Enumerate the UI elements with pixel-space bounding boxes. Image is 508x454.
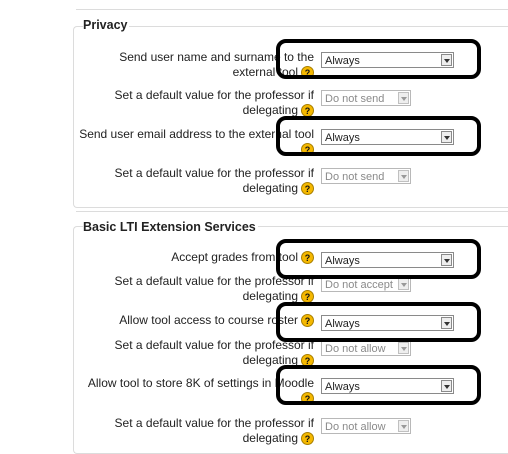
section-divider <box>76 211 508 212</box>
default-roster-select[interactable]: Do not allow <box>321 340 411 356</box>
default-grades-label: Set a default value for the professor if… <box>114 274 314 304</box>
highlight-accept-grades <box>276 239 481 279</box>
privacy-default-email-label: Set a default value for the professor if… <box>114 166 314 196</box>
privacy-default-name-label: Set a default value for the professor if… <box>114 88 314 118</box>
default-settings-label: Set a default value for the professor if… <box>114 416 314 446</box>
help-icon[interactable]: ? <box>301 182 314 196</box>
default-settings-select[interactable]: Do not allow <box>321 418 411 434</box>
help-icon[interactable]: ? <box>301 432 314 446</box>
chevron-down-icon <box>398 420 409 432</box>
chevron-down-icon <box>398 170 409 182</box>
chevron-down-icon <box>398 342 409 354</box>
lti-legend: Basic LTI Extension Services <box>83 220 258 234</box>
default-roster-label: Set a default value for the professor if… <box>114 338 314 368</box>
highlight-settings <box>276 365 481 405</box>
default-email-select[interactable]: Do not send <box>321 168 411 184</box>
chevron-down-icon <box>398 278 409 290</box>
highlight-send-email <box>276 116 481 156</box>
default-name-select[interactable]: Do not send <box>321 90 411 106</box>
top-divider <box>76 9 508 10</box>
chevron-down-icon <box>398 92 409 104</box>
highlight-roster <box>276 302 481 342</box>
highlight-send-name <box>276 39 481 79</box>
privacy-legend: Privacy <box>83 18 130 32</box>
